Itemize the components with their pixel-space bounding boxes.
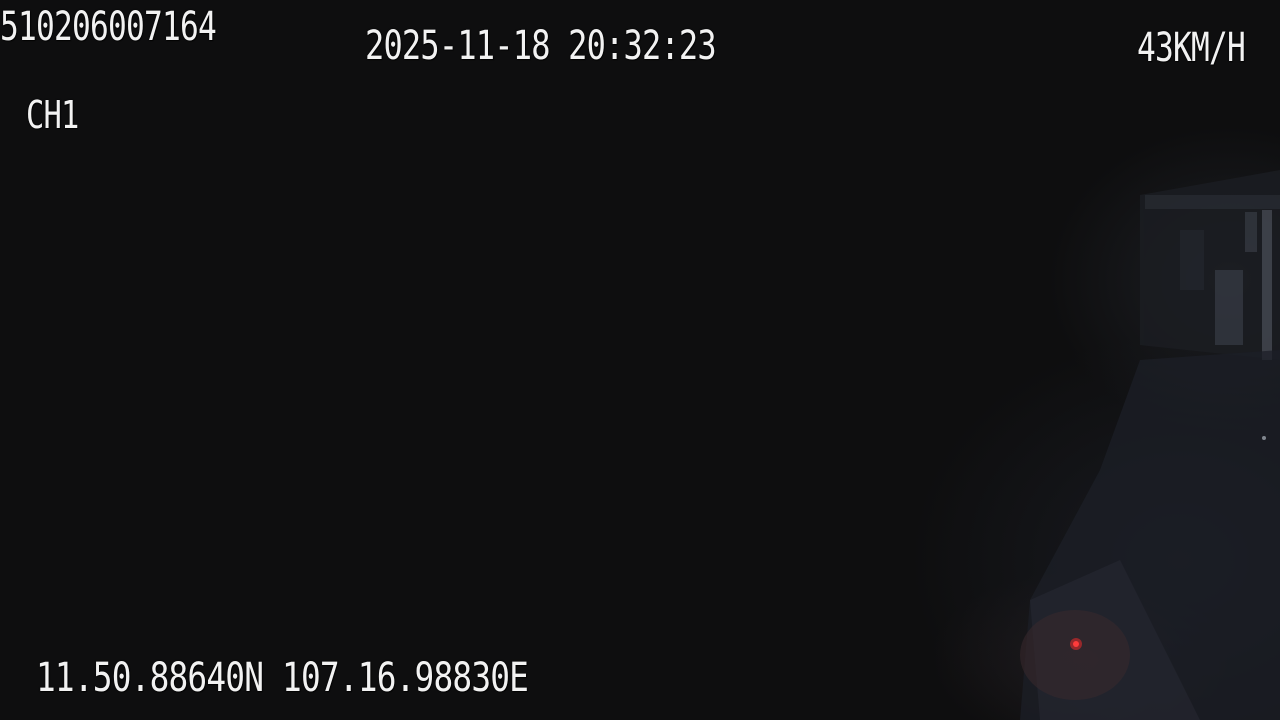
speed-label: 43KM/H: [1137, 25, 1246, 71]
right-structure: [1140, 170, 1280, 360]
device-id-label: 510206007164: [0, 4, 217, 50]
red-indicator-light-icon: [1070, 638, 1082, 650]
timestamp-label: 2025-11-18 20:32:23: [365, 23, 717, 69]
channel-label: CH1: [26, 93, 79, 137]
distant-light-dot: [1262, 436, 1266, 440]
night-street-scene: [1020, 170, 1280, 720]
indicator-glow: [1020, 610, 1130, 700]
gps-coordinates-label: 11.50.88640N 107.16.98830E: [36, 655, 529, 701]
camera-frame: 510206007164 2025-11-18 20:32:23 43KM/H …: [0, 0, 1280, 720]
